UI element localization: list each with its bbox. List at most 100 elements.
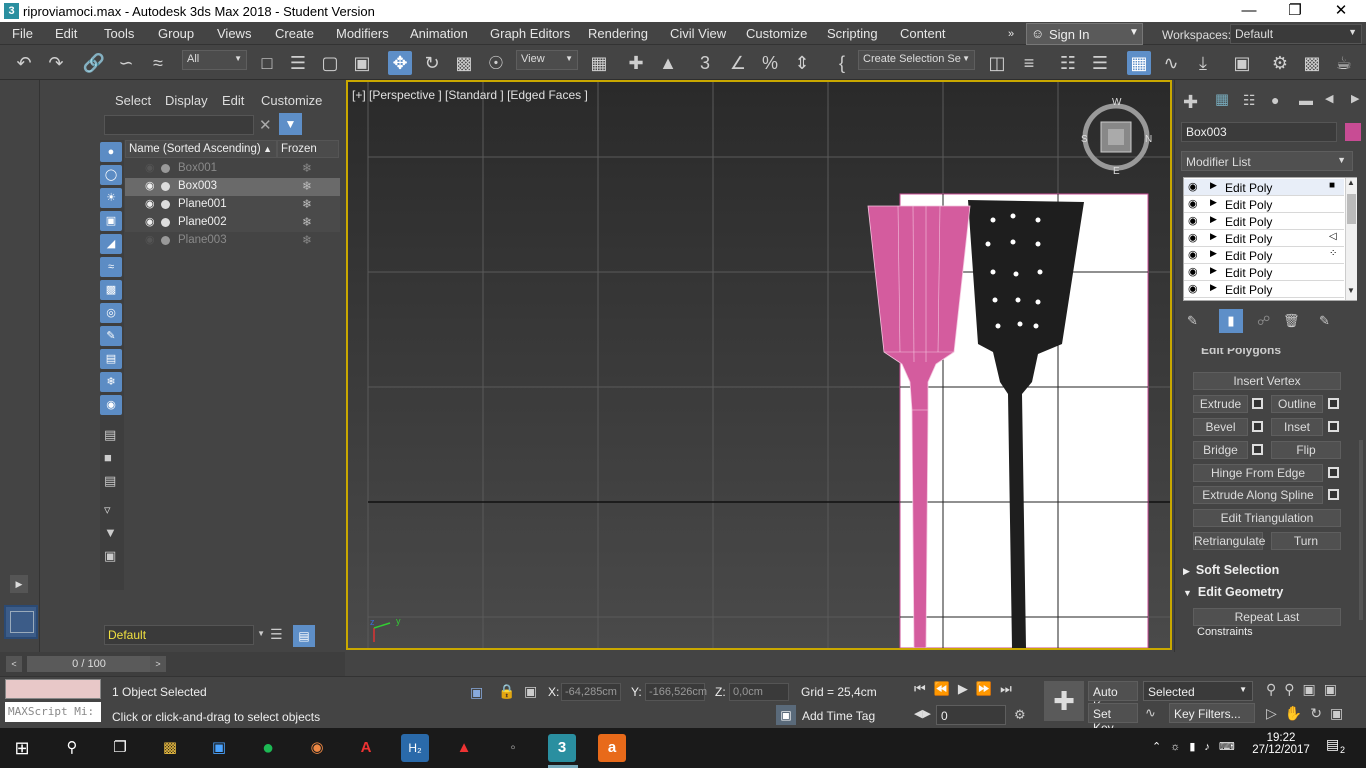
maximize-viewport-icon[interactable]: ▣	[1330, 705, 1351, 721]
auto-key-button[interactable]: Auto Key	[1088, 681, 1138, 713]
extrude-along-spline-button[interactable]: Extrude Along Spline	[1193, 486, 1323, 504]
eye-icon[interactable]: ◉	[145, 215, 155, 228]
scale-icon[interactable]: ▩	[452, 51, 476, 75]
column-frozen-header[interactable]: Frozen	[277, 140, 339, 158]
perspective-viewport[interactable]: z y W S E N [+] [Perspective ] [Standard…	[346, 80, 1172, 650]
go-to-end-icon[interactable]: ⏭	[1000, 681, 1020, 696]
scene-row[interactable]: ◉ Box001 ❄	[125, 160, 340, 178]
display-tab-icon[interactable]: ▬	[1299, 92, 1313, 108]
groups-filter-icon[interactable]: ▩	[100, 280, 122, 300]
scene-search-input[interactable]	[104, 115, 254, 135]
notifications-icon[interactable]: ▤ 2	[1326, 736, 1350, 758]
modifier-stack-item[interactable]: ◉ ▶ Edit Poly	[1184, 281, 1344, 298]
eye-icon[interactable]: ◉	[145, 197, 155, 210]
motion-tab-icon[interactable]: ●	[1271, 92, 1279, 108]
ribbon-toggle-icon[interactable]: ▦	[1127, 51, 1151, 75]
named-selection-dropdown[interactable]: Create Selection Se ▼	[858, 50, 975, 70]
hierarchy-icon[interactable]: ▤	[293, 625, 315, 647]
scroll-right-icon[interactable]: ▶	[1351, 92, 1359, 105]
acrobat-icon[interactable]: ▲	[450, 734, 478, 762]
expand-arrow-icon[interactable]: ▶	[1210, 248, 1217, 259]
volume-icon[interactable]: ♪	[1204, 741, 1219, 753]
x-coord-field[interactable]: -64,285cm	[561, 683, 621, 701]
panel-scrollbar[interactable]	[1359, 440, 1363, 620]
outline-button[interactable]: Outline	[1271, 395, 1323, 413]
snap-3-icon[interactable]: 3	[693, 51, 717, 75]
pan-icon[interactable]: ✋	[1285, 705, 1310, 721]
restore-icon[interactable]: ❐	[1272, 0, 1318, 22]
expand-arrow-icon[interactable]: ▶	[1210, 197, 1217, 208]
3dsmax-taskbar-icon[interactable]: 3	[548, 734, 576, 762]
modifier-stack-item[interactable]: ◉ ▶ Edit Poly	[1184, 264, 1344, 281]
flip-button[interactable]: Flip	[1271, 441, 1341, 459]
tab-select[interactable]: Select	[115, 93, 151, 108]
zoom-extents-all-icon[interactable]: ▣	[1324, 681, 1345, 697]
menu-group[interactable]: Group	[158, 26, 194, 41]
scene-row[interactable]: ◉ Plane003 ❄	[125, 232, 340, 250]
next-key-icon[interactable]: ⏩	[976, 681, 1000, 696]
field-of-view-icon[interactable]: ▷	[1266, 705, 1285, 721]
workspaces-dropdown[interactable]: Default ▼	[1230, 24, 1362, 44]
tab-customize[interactable]: Customize	[261, 93, 322, 108]
tab-display[interactable]: Display	[165, 93, 208, 108]
object-name-field[interactable]	[1181, 122, 1337, 142]
chrome-icon[interactable]: ◉	[303, 734, 331, 762]
square-icon[interactable]: ■	[104, 450, 112, 465]
clear-search-icon[interactable]: ✕	[259, 116, 272, 134]
angle-snap-icon[interactable]: ∠	[726, 51, 750, 75]
rotate-icon[interactable]: ↻	[420, 51, 444, 75]
minimize-icon[interactable]: —	[1226, 0, 1272, 22]
menu-graph-editors[interactable]: Graph Editors	[490, 26, 570, 41]
stack-scrollbar[interactable]: ▲ ▼	[1345, 178, 1357, 300]
expand-arrow-icon[interactable]: ▶	[1210, 180, 1217, 191]
expand-arrow-icon[interactable]: ▶	[1210, 214, 1217, 225]
layer-explorer-icon[interactable]: ☰	[1088, 51, 1112, 75]
select-manipulate-icon[interactable]: ✚	[624, 51, 648, 75]
rendered-frame-icon[interactable]: ▩	[1300, 51, 1324, 75]
frozen-snowflake-icon[interactable]: ❄	[302, 233, 312, 247]
rectangular-selection-icon[interactable]: ▢	[318, 51, 342, 75]
keyboard-icon[interactable]: ⌨	[1219, 741, 1244, 753]
retriangulate-button[interactable]: Retriangulate	[1193, 532, 1265, 550]
store-icon[interactable]: ▣	[205, 734, 233, 762]
modifier-stack-item[interactable]: ◉ ▶ Edit Poly ■	[1184, 179, 1344, 196]
extrude-settings-icon[interactable]	[1252, 398, 1263, 409]
page-icon[interactable]: ▤	[104, 473, 116, 489]
menu-edit[interactable]: Edit	[55, 26, 77, 41]
make-unique-icon[interactable]: ☍	[1257, 313, 1270, 329]
soft-selection-rollout[interactable]: ▶ Soft Selection	[1183, 563, 1279, 577]
frozen-snowflake-icon[interactable]: ❄	[302, 215, 312, 229]
lock-selection-icon[interactable]: 🔒	[498, 683, 515, 700]
next-frame-icon[interactable]: >	[150, 656, 166, 672]
link-icon[interactable]: 🔗	[82, 51, 106, 75]
absolute-mode-icon[interactable]: ▣	[524, 683, 537, 700]
material-editor-icon[interactable]: ▣	[1230, 51, 1254, 75]
scene-row[interactable]: ◉ Plane002 ❄	[125, 214, 340, 232]
eye-icon[interactable]: ◉	[1188, 214, 1198, 227]
hierarchy-tab-icon[interactable]: ☷	[1243, 92, 1256, 109]
y-coord-field[interactable]: -166,526cm	[645, 683, 707, 701]
current-frame-field[interactable]: 0	[936, 705, 1006, 725]
go-to-start-icon[interactable]: ⏮	[914, 681, 934, 696]
schematic-view-icon[interactable]: ⤓	[1191, 51, 1215, 75]
expand-arrow-icon[interactable]: ▶	[1210, 231, 1217, 242]
hidden-filter-icon[interactable]: ◉	[100, 395, 122, 415]
expand-arrow-icon[interactable]: ▶	[1210, 282, 1217, 293]
bevel-settings-icon[interactable]	[1252, 421, 1263, 432]
autocad-icon[interactable]: A	[352, 734, 380, 762]
menu-content[interactable]: Content	[900, 26, 946, 41]
edit-geometry-rollout[interactable]: ▼ Edit Geometry	[1183, 585, 1283, 599]
modifier-list-dropdown[interactable]: Modifier List ▼	[1181, 151, 1353, 171]
eye-icon[interactable]: ◉	[145, 179, 155, 192]
redo-icon[interactable]: ↷	[44, 51, 68, 75]
frozen-snowflake-icon[interactable]: ❄	[302, 161, 312, 175]
utilities-tab-icon[interactable]: ◀	[1325, 92, 1333, 105]
remove-modifier-icon[interactable]: 🗑	[1283, 313, 1300, 329]
turn-button[interactable]: Turn	[1271, 532, 1341, 550]
extrude-spline-settings-icon[interactable]	[1328, 489, 1339, 500]
menu-overflow-icon[interactable]: »	[1008, 28, 1014, 40]
viewport-label[interactable]: [+] [Perspective ] [Standard ] [Edged Fa…	[352, 88, 588, 102]
maxscript-mini-listener[interactable]: MAXScript Mi:	[5, 702, 101, 722]
current-layer-dropdown[interactable]: Default ▼	[104, 625, 265, 645]
edit-named-selection-icon[interactable]: {	[830, 51, 854, 75]
